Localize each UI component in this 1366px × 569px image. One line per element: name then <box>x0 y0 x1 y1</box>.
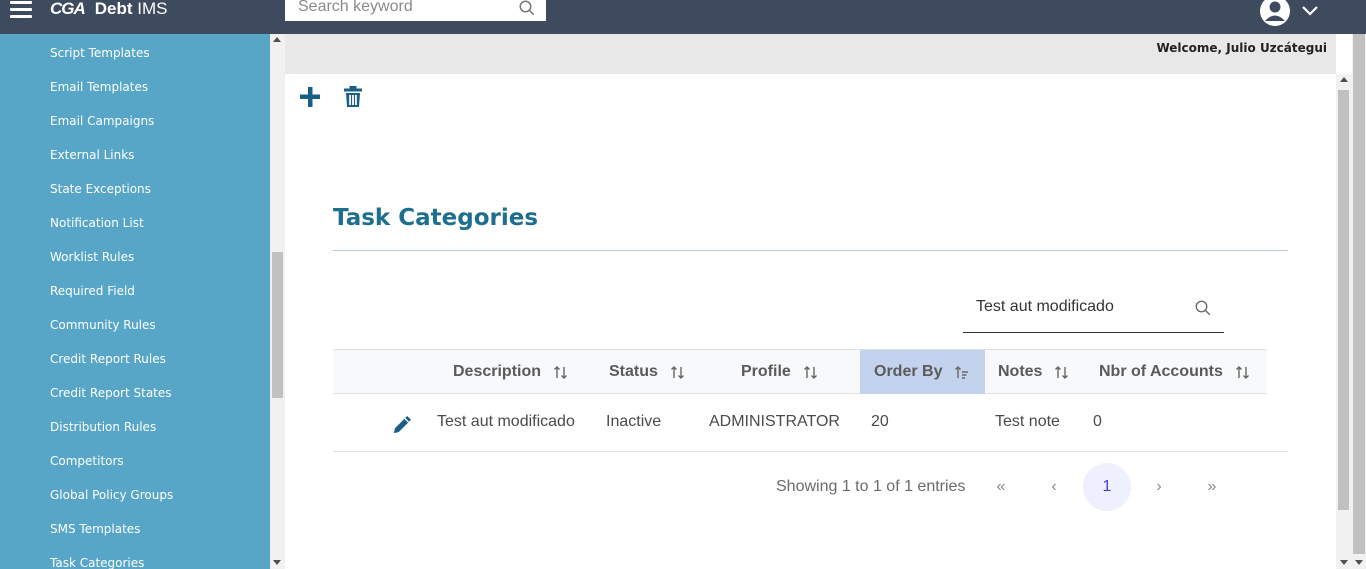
logo-mark: CGA <box>50 0 86 18</box>
cell-order-by: 20 <box>871 413 889 430</box>
sidebar-item-required-field[interactable]: Required Field <box>50 284 135 298</box>
sidebar-item-worklist-rules[interactable]: Worklist Rules <box>50 250 134 264</box>
cell-status: Inactive <box>606 413 662 430</box>
sidebar-item-script-templates[interactable]: Script Templates <box>50 46 150 60</box>
sidebar-scrollbar[interactable] <box>270 34 285 569</box>
previous-page-button[interactable]: ‹ <box>1030 463 1078 511</box>
last-page-button[interactable]: » <box>1188 463 1236 511</box>
page-scrollbar[interactable] <box>1352 34 1366 569</box>
sidebar-item-global-policy-groups[interactable]: Global Policy Groups <box>50 488 173 502</box>
sidebar-scroll-thumb[interactable] <box>272 252 283 398</box>
column-header-profile[interactable]: Profile <box>741 350 818 394</box>
sidebar-item-credit-report-rules[interactable]: Credit Report Rules <box>50 352 166 366</box>
sidebar-item-task-categories[interactable]: Task Categories <box>50 556 144 569</box>
table-search-input[interactable] <box>963 296 1178 318</box>
welcome-text: Welcome, Julio Uzcátegui <box>1156 41 1327 55</box>
pagination-info: Showing 1 to 1 of 1 entries <box>776 478 966 495</box>
scroll-down-arrow-icon[interactable] <box>1355 560 1363 565</box>
cell-profile: ADMINISTRATOR <box>709 413 840 430</box>
user-menu[interactable] <box>1258 0 1322 28</box>
scroll-down-arrow-icon[interactable] <box>273 560 281 565</box>
sidebar-item-state-exceptions[interactable]: State Exceptions <box>50 182 151 196</box>
next-page-button[interactable]: › <box>1135 463 1183 511</box>
table-row: Test aut modificado Inactive ADMINISTRAT… <box>333 395 1288 452</box>
sort-icon <box>1235 365 1249 379</box>
column-header-status[interactable]: Status <box>609 350 685 394</box>
global-search-box <box>285 0 546 23</box>
scroll-up-arrow-icon[interactable] <box>1340 77 1348 82</box>
add-icon[interactable] <box>298 85 322 109</box>
page-scroll-thumb[interactable] <box>1353 34 1365 554</box>
sort-icon <box>554 365 568 379</box>
welcome-bar: Welcome, Julio Uzcátegui <box>285 34 1336 74</box>
trash-icon[interactable] <box>343 85 363 108</box>
hamburger-menu-icon[interactable] <box>10 0 34 20</box>
sort-ascending-icon <box>955 365 969 379</box>
sidebar-item-email-campaigns[interactable]: Email Campaigns <box>50 114 154 128</box>
column-label: Notes <box>998 363 1043 380</box>
search-icon[interactable] <box>518 0 536 17</box>
title-divider <box>333 250 1288 251</box>
column-label: Profile <box>741 363 791 380</box>
global-search-input[interactable] <box>285 0 505 22</box>
page-title: Task Categories <box>333 205 539 231</box>
sidebar-item-distribution-rules[interactable]: Distribution Rules <box>50 420 156 434</box>
pencil-edit-icon[interactable] <box>392 416 411 435</box>
column-label: Order By <box>874 363 943 380</box>
app-name: Debt IMS <box>95 0 168 19</box>
top-navbar: CGA Debt IMS <box>0 0 1366 34</box>
column-header-nbr-of-accounts[interactable]: Nbr of Accounts <box>1099 350 1250 394</box>
sidebar: Script Templates Email Templates Email C… <box>0 34 270 569</box>
page-button-current[interactable]: 1 <box>1083 463 1131 511</box>
first-page-button[interactable]: « <box>977 463 1025 511</box>
user-avatar-icon <box>1260 0 1290 26</box>
column-header-description[interactable]: Description <box>453 350 568 394</box>
app-name-bold: Debt <box>94 0 133 18</box>
sidebar-item-community-rules[interactable]: Community Rules <box>50 318 156 332</box>
column-header-notes[interactable]: Notes <box>998 350 1069 394</box>
chevron-down-icon <box>1302 6 1318 16</box>
content-scrollbar[interactable] <box>1336 74 1352 569</box>
column-header-order-by[interactable]: Order By <box>860 350 985 394</box>
cell-notes: Test note <box>995 413 1060 430</box>
app-name-rest: IMS <box>132 0 168 18</box>
sort-icon <box>1055 365 1069 379</box>
cell-nbr-of-accounts: 0 <box>1093 413 1102 430</box>
content-scroll-thumb[interactable] <box>1338 90 1349 510</box>
sidebar-item-email-templates[interactable]: Email Templates <box>50 80 148 94</box>
scroll-up-arrow-icon[interactable] <box>273 37 281 42</box>
table-header: Description Status Profile Order By Note… <box>333 349 1267 394</box>
column-label: Status <box>609 363 658 380</box>
sort-icon <box>803 365 817 379</box>
app-logo[interactable]: CGA Debt IMS <box>50 0 168 20</box>
cell-description: Test aut modificado <box>437 413 575 430</box>
sidebar-item-competitors[interactable]: Competitors <box>50 454 124 468</box>
sidebar-item-sms-templates[interactable]: SMS Templates <box>50 522 140 536</box>
column-label: Description <box>453 363 542 380</box>
sidebar-item-external-links[interactable]: External Links <box>50 148 134 162</box>
sidebar-item-credit-report-states[interactable]: Credit Report States <box>50 386 172 400</box>
column-label: Nbr of Accounts <box>1099 363 1223 380</box>
sort-icon <box>670 365 684 379</box>
table-search-box <box>963 290 1224 333</box>
search-icon[interactable] <box>1194 299 1212 317</box>
sidebar-item-notification-list[interactable]: Notification List <box>50 216 144 230</box>
scroll-down-arrow-icon[interactable] <box>1340 560 1348 565</box>
